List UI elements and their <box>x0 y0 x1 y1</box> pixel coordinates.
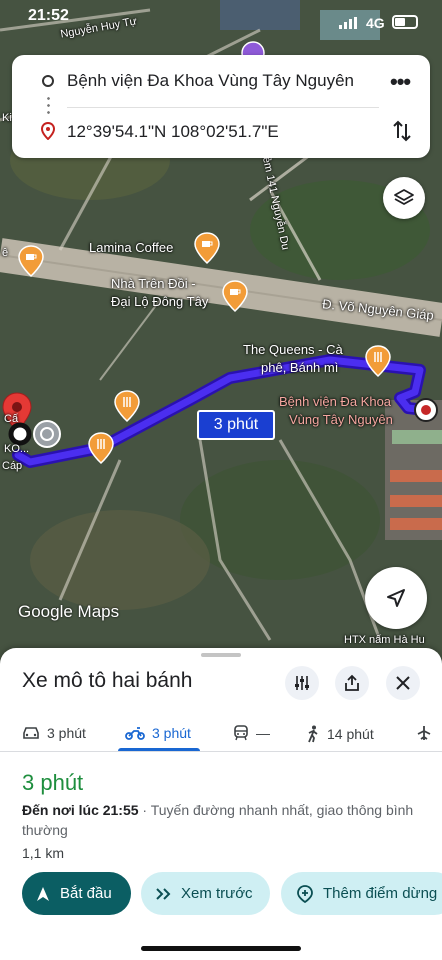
start-button-label: Bắt đầu <box>60 885 112 902</box>
arrival-time: Đến nơi lúc 21:55 <box>22 802 139 818</box>
sheet-handle[interactable] <box>201 653 241 657</box>
tab-transit[interactable]: — <box>233 725 270 741</box>
status-bar: 21:52 4G <box>0 0 442 36</box>
travel-mode-title: Xe mô tô hai bánh <box>22 669 193 692</box>
transit-icon <box>234 725 248 741</box>
google-maps-logo: Google Maps <box>18 602 120 621</box>
origin-field[interactable]: Bệnh viện Đa Khoa Vùng Tây Nguyên <box>67 71 354 91</box>
share-icon <box>345 674 359 691</box>
route-dots <box>47 95 50 117</box>
airplane-icon <box>417 726 431 740</box>
route-distance: 1,1 km <box>22 845 65 861</box>
walk-icon <box>308 725 318 743</box>
signal-icon <box>339 17 357 29</box>
double-chevron-icon <box>156 887 171 900</box>
sliders-icon <box>295 676 309 690</box>
share-button[interactable] <box>335 666 369 700</box>
layers-button[interactable] <box>383 177 425 219</box>
map-label-queens: The Queens - Cà <box>243 342 343 357</box>
tab-motorbike[interactable]: 3 phút <box>125 725 191 741</box>
cafe-poi-icon[interactable] <box>194 232 220 264</box>
start-button[interactable]: Bắt đầu <box>22 872 131 915</box>
tab-transit-label: — <box>256 725 270 741</box>
map-label-nha-tren-doi-2: Đại Lộ Đông Tây <box>111 294 209 309</box>
recenter-button[interactable] <box>365 567 427 629</box>
add-location-icon <box>297 884 313 903</box>
destination-pin-icon <box>41 122 55 140</box>
home-indicator <box>141 946 301 951</box>
motorbike-icon <box>125 727 145 740</box>
map-label-nha-tren-doi: Nhà Trên Đồi - <box>111 276 196 291</box>
navigation-start-icon <box>37 886 49 901</box>
tab-motorbike-label: 3 phút <box>152 725 191 741</box>
active-tab-indicator <box>118 748 200 751</box>
network-type: 4G <box>366 15 385 31</box>
add-stop-button[interactable]: Thêm điểm dừng <box>281 872 442 915</box>
map-label-left-k: Ki <box>2 112 12 124</box>
restaurant-poi-icon[interactable] <box>365 345 391 377</box>
directions-sheet: Xe mô tô hai bánh 3 phút 3 phút — 14 phú… <box>0 648 442 960</box>
layers-icon <box>394 189 414 205</box>
more-options-button[interactable]: ••• <box>390 69 411 95</box>
map-label-lamina: Lamina Coffee <box>89 240 174 255</box>
map-label-left-e: ê <box>2 247 9 259</box>
close-button[interactable] <box>386 666 420 700</box>
tab-flight[interactable] <box>416 725 439 741</box>
route-duration: 3 phút <box>22 770 84 795</box>
tab-walk[interactable]: 14 phút <box>306 725 374 743</box>
swap-icon[interactable] <box>393 120 411 142</box>
cafe-poi-icon[interactable] <box>222 280 248 312</box>
status-time: 21:52 <box>28 7 69 24</box>
route-end-marker-icon <box>414 398 438 422</box>
map-label-hospital: Bệnh viện Đa Khoa <box>279 394 392 409</box>
travel-mode-tabs: 3 phút 3 phút — 14 phút <box>0 718 442 752</box>
tab-car-label: 3 phút <box>47 725 86 741</box>
route-summary: Đến nơi lúc 21:55 · Tuyến đường nhanh nh… <box>22 800 427 840</box>
map-label-hospital-2: Vùng Tây Nguyên <box>289 412 393 427</box>
map-label-left-1: Cấ <box>4 413 19 425</box>
destination-field[interactable]: 12°39'54.1"N 108°02'51.7"E <box>67 122 279 142</box>
route-options-button[interactable] <box>285 666 319 700</box>
route-card: Bệnh viện Đa Khoa Vùng Tây Nguyên 12°39'… <box>12 55 430 158</box>
my-location-icon <box>33 420 61 448</box>
restaurant-poi-icon[interactable] <box>88 432 114 464</box>
tab-car[interactable]: 3 phút <box>22 725 86 741</box>
map-label-left-2: KO... <box>4 443 30 455</box>
origin-circle-icon <box>42 75 54 87</box>
battery-icon <box>392 15 418 29</box>
close-icon <box>396 676 410 690</box>
cafe-poi-icon[interactable] <box>18 245 44 277</box>
restaurant-poi-icon[interactable] <box>114 390 140 422</box>
preview-button-label: Xem trước <box>181 885 253 902</box>
navigation-arrow-icon <box>387 589 405 607</box>
map-label-htx: HTX nấm Hà Hu <box>344 634 425 646</box>
add-stop-button-label: Thêm điểm dừng <box>323 885 438 902</box>
map-label-queens-2: phê, Bánh mì <box>261 360 339 375</box>
divider <box>67 107 379 108</box>
map-label-left-3: Cáp <box>2 460 23 472</box>
car-icon <box>23 727 39 739</box>
tab-walk-label: 14 phút <box>327 726 374 742</box>
route-eta-badge[interactable]: 3 phút <box>197 410 275 440</box>
preview-button[interactable]: Xem trước <box>141 872 270 915</box>
